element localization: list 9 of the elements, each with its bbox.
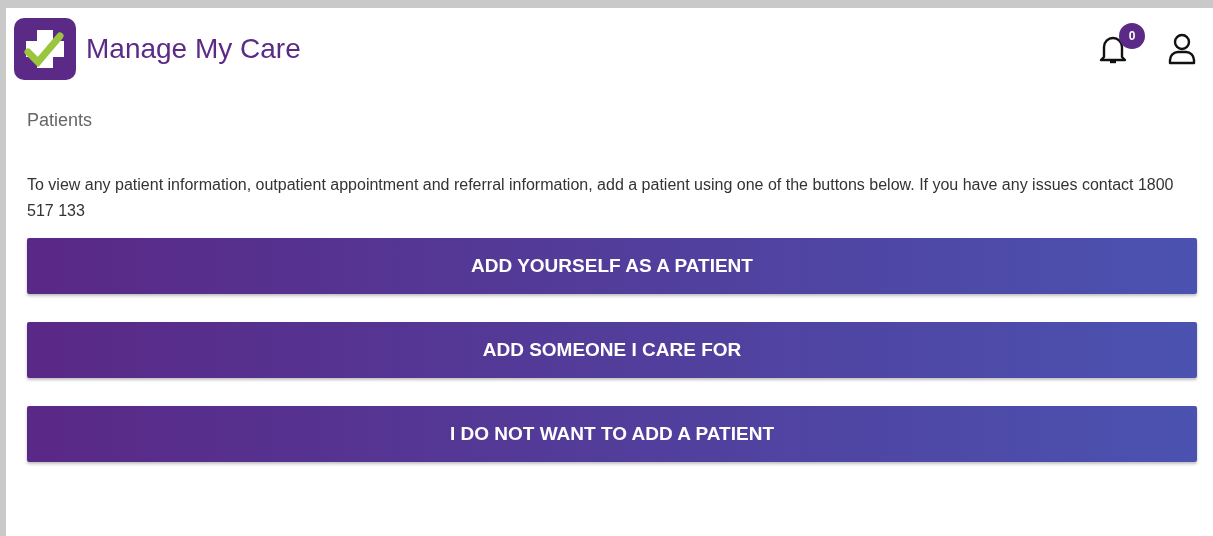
app-title: Manage My Care <box>86 33 302 65</box>
logo-icon <box>14 18 76 80</box>
notification-badge: 0 <box>1119 23 1145 49</box>
user-icon[interactable] <box>1167 33 1197 65</box>
page-title: Patients <box>27 109 94 132</box>
add-patient-button[interactable]: I DO NOT WANT TO ADD A PATIENT <box>27 406 1197 462</box>
add-patient-button[interactable]: ADD YOURSELF AS A PATIENT <box>27 238 1197 294</box>
intro-text: To view any patient information, outpatient appointment and referral information, add a patient using one of the buttons below. If you have any issues contact 1800 517 133 <box>27 175 1175 221</box>
add-patient-button[interactable]: ADD SOMEONE I CARE FOR <box>27 322 1197 378</box>
